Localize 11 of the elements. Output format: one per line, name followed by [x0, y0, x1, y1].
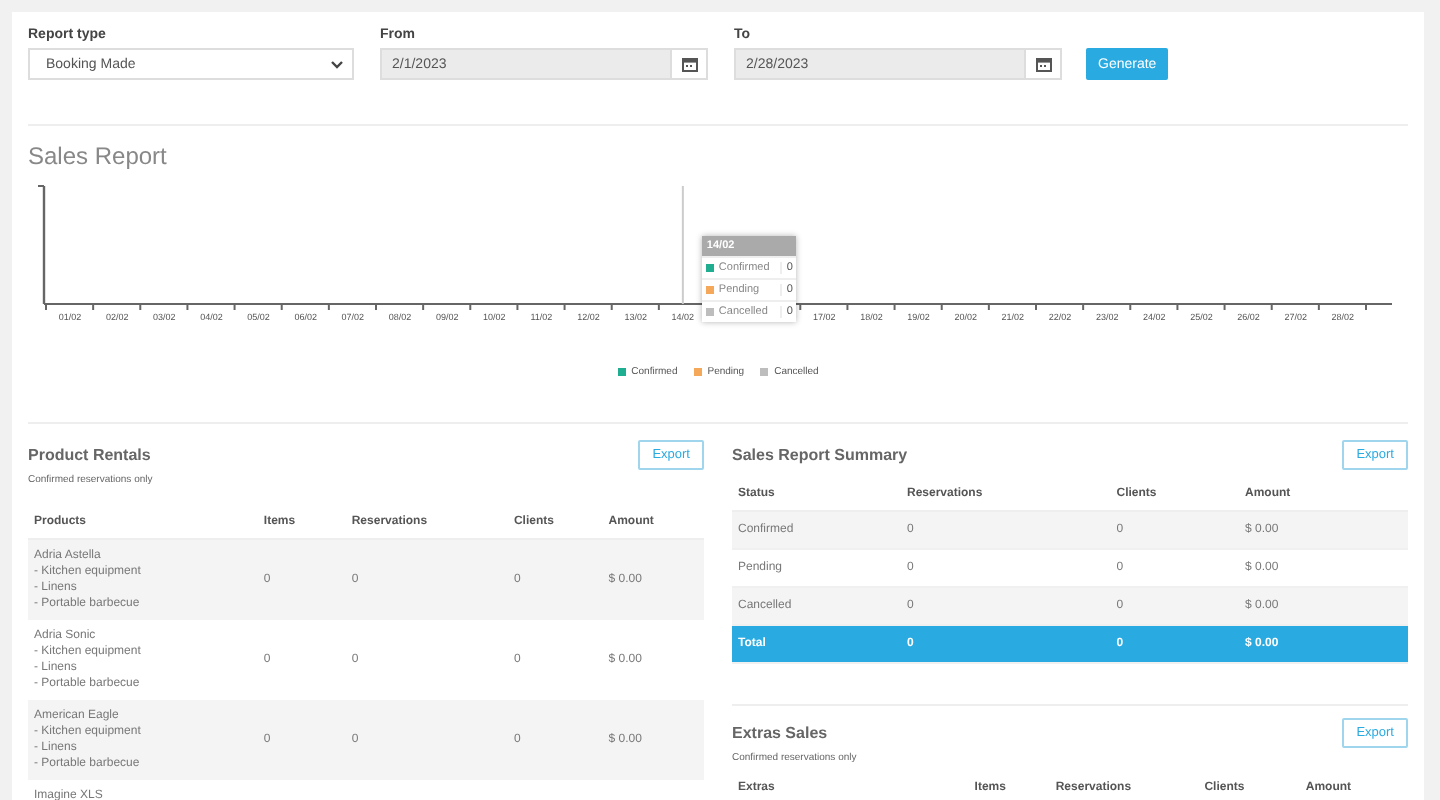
y-axis: [37, 185, 46, 304]
calendar-icon: [1035, 56, 1051, 72]
section-title: Sales Report Summary: [732, 446, 908, 464]
chevron-icon: [330, 59, 344, 69]
calendar-button[interactable]: [672, 48, 708, 80]
calendar-button[interactable]: [1026, 48, 1062, 80]
section-title: Sales Report: [28, 142, 169, 170]
hover-line: [681, 185, 684, 305]
calendar-icon: [681, 56, 697, 72]
section-title: Extras Sales: [732, 724, 830, 742]
section-title: Product Rentals: [28, 446, 153, 464]
